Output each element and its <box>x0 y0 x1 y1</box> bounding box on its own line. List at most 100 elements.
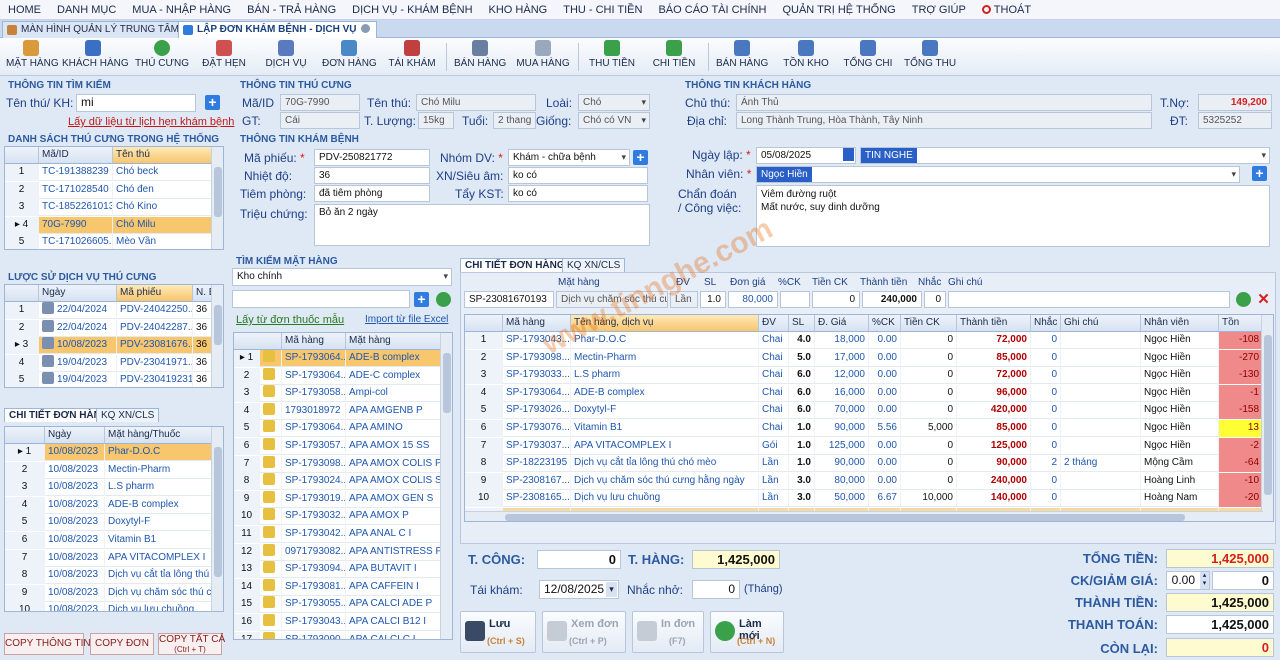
table-row[interactable]: 3 SP-1793033... L.S pharm Chai 6.0 12,000 0.00… <box>465 367 1273 385</box>
menu-report[interactable]: BÁO CÁO TÀI CHÍNH <box>650 0 774 20</box>
entry-note-field[interactable] <box>948 291 1230 308</box>
table-row[interactable]: 4 10/08/2023 ADE-B complex <box>5 496 223 514</box>
menu-exit[interactable]: THOÁT <box>974 0 1039 20</box>
table-row[interactable]: 6 10/08/2023 Vitamin B1 <box>5 532 223 549</box>
labor-field[interactable]: 0 <box>537 550 621 569</box>
warehouse-select[interactable]: Kho chính <box>232 268 452 286</box>
table-row[interactable]: 2 SP-1793064... ADE-C complex <box>234 367 452 385</box>
entry-code-field[interactable]: SP-23081670193 <box>464 291 554 308</box>
search-input[interactable]: mi <box>76 94 196 112</box>
toolbar-income-report-button[interactable]: TỔNG THU <box>904 40 956 74</box>
scrollbar[interactable] <box>211 427 223 611</box>
menu-sales[interactable]: BÁN - TRẢ HÀNG <box>239 0 344 20</box>
table-row[interactable]: 910/08/2023Dịch vụ chăm sóc thú cưng... <box>5 584 223 602</box>
menu-catalog[interactable]: DANH MỤC <box>49 0 124 20</box>
column-header[interactable]: Tồn <box>1219 315 1263 332</box>
table-row[interactable]: ▸ 1 10/08/2023 Phar-D.O.C <box>5 444 223 461</box>
menu-warehouse[interactable]: KHO HÀNG <box>481 0 556 20</box>
column-header[interactable]: Mã phiếu <box>117 285 193 302</box>
table-row[interactable]: 9 SP-2308167... Dịch vụ chăm sóc thú cưng … <box>465 472 1273 490</box>
toolbar-spend-button[interactable]: CHI TIỀN <box>648 40 700 74</box>
toolbar-products-button[interactable]: MẶT HÀNG <box>6 40 59 74</box>
import-excel-link[interactable]: Import từ file Excel <box>365 314 448 325</box>
toolbar-service-button[interactable]: DỊCH VỤ <box>262 40 310 74</box>
pet-id-field[interactable]: 70G-7990 <box>280 94 360 111</box>
menu-cash[interactable]: THU - CHI TIỀN <box>555 0 650 20</box>
close-icon[interactable] <box>361 24 371 33</box>
template-prescription-link[interactable]: Lấy từ đơn thuốc mẫu <box>236 314 344 326</box>
column-header[interactable]: Thành tiền <box>957 315 1031 332</box>
table-row[interactable]: 4 19/04/2023 PDV-23041971... 36 <box>5 354 223 372</box>
table-row[interactable]: 3 10/08/2023 L.S pharm <box>5 479 223 497</box>
table-row[interactable]: 519/04/2023PDV-230419231...36 <box>5 372 223 387</box>
pet-gender-field[interactable]: Cái <box>280 112 360 129</box>
refresh-icon[interactable] <box>1236 292 1251 307</box>
pet-name-field[interactable]: Chó Milu <box>416 94 536 111</box>
save-button[interactable]: Lưu (Ctrl + S) <box>460 611 536 653</box>
table-row[interactable]: 4 1793018972 APA AMGENB P <box>234 402 452 420</box>
table-row[interactable]: ▸ 4 70G-7990 Chó Milu <box>5 216 223 234</box>
column-header[interactable]: SL <box>789 315 815 332</box>
toolbar-sell-button[interactable]: BÁN HÀNG <box>454 40 506 74</box>
table-row[interactable]: 5 TC-171026605... Mèo Vần <box>5 234 223 249</box>
lab-test-field[interactable]: ko có <box>508 167 648 184</box>
table-row[interactable]: 2 TC-171028540 Chó đen <box>5 181 223 199</box>
column-header[interactable]: %CK <box>869 315 901 332</box>
table-row[interactable]: 15 SP-1793055... APA CALCI ADE P <box>234 596 452 614</box>
entry-total-field[interactable]: 240,000 <box>862 291 922 308</box>
add-service-group-button[interactable]: + <box>633 150 648 165</box>
table-row[interactable]: 10 SP-1793032... APA AMOX P <box>234 508 452 526</box>
scrollbar[interactable] <box>211 147 223 249</box>
table-row[interactable]: 10 SP-2308165... Dịch vụ lưu chuồng Lần 3.0 5… <box>465 490 1273 508</box>
created-date-field[interactable]: 05/08/2025 <box>756 147 856 164</box>
table-row[interactable]: 3 SP-1793058... Ampi-col <box>234 385 452 403</box>
table-row[interactable]: 8 SP-1793024... APA AMOX COLIS S <box>234 473 452 491</box>
table-row[interactable]: 810/08/2023Dịch vụ cắt tỉa lông thú chó.… <box>5 567 223 585</box>
table-row[interactable]: 1 22/04/2024 PDV-24042250... 36 <box>5 302 223 319</box>
diagnosis-field[interactable]: Viêm đường ruột Mất nước, suy dinh dưỡng <box>756 185 1270 247</box>
copy-all-button[interactable]: COPY TẤT CẢ (Ctrl + T) <box>158 633 225 655</box>
debt-field[interactable]: 149,200 <box>1198 94 1272 111</box>
table-row[interactable]: ▸ 3 10/08/2023 PDV-23081676... 36 <box>5 337 223 355</box>
toolbar-buy-button[interactable]: MUA HÀNG <box>516 40 570 74</box>
column-header[interactable]: Mặt hàng/Thuốc <box>105 427 213 444</box>
table-row[interactable]: 8 SP-18223195 Dịch vụ cắt tỉa lông thú chó… <box>465 455 1273 473</box>
pet-breed-select[interactable]: Chó có VN <box>578 112 650 129</box>
table-row[interactable]: ▸ 1 SP-1793064... ADE-B complex <box>234 350 452 367</box>
view-order-button[interactable]: Xem đơn (Ctrl + P) <box>542 611 626 653</box>
scrollbar[interactable] <box>440 333 452 639</box>
table-row[interactable]: 14 SP-1793081... APA CAFFEIN I <box>234 578 452 596</box>
tab-dashboard[interactable]: MÀN HÌNH QUẢN LÝ TRUNG TÂM <box>2 21 200 38</box>
menu-home[interactable]: HOME <box>0 0 49 20</box>
column-header[interactable]: N. B <box>193 285 215 302</box>
table-row[interactable]: 10 10/08/2023 Dịch vụ lưu chuồng <box>5 602 223 611</box>
pet-age-field[interactable]: 2 thang <box>493 112 536 129</box>
table-row[interactable]: 17 SP-1793090... APA CALCI C I <box>234 631 452 639</box>
entry-discount-field[interactable] <box>780 291 810 308</box>
table-row[interactable]: 9 SP-1793019... APA AMOX GEN S <box>234 490 452 508</box>
column-header[interactable]: Mã hàng <box>282 333 346 350</box>
toolbar-stock-report-button[interactable]: TỒN KHO <box>780 40 832 74</box>
column-header[interactable]: Tiền CK <box>901 315 957 332</box>
calendar-dropdown-icon[interactable] <box>843 148 854 161</box>
remind-field[interactable]: 0 <box>692 580 740 599</box>
table-row[interactable]: 7 SP-1793098... APA AMOX COLIS P <box>234 455 452 473</box>
tab-order-detail[interactable]: CHI TIẾT ĐƠN HÀNG <box>460 258 570 272</box>
address-field[interactable]: Long Thành Trung, Hòa Thành, Tây Ninh <box>736 112 1152 129</box>
table-row[interactable]: 1 TC-191388239 Chó beck <box>5 164 223 181</box>
column-header[interactable]: Nhân viên <box>1141 315 1219 332</box>
table-row[interactable]: 7 SP-1793037... APA VITACOMPLEX I Gói 1.0 125… <box>465 437 1273 455</box>
toolbar-sales-report-button[interactable]: BÁN HÀNG <box>716 40 768 74</box>
entry-remind-field[interactable]: 0 <box>924 291 946 308</box>
toolbar-orders-button[interactable]: ĐƠN HÀNG <box>322 40 377 74</box>
column-header[interactable]: Nhắc <box>1031 315 1061 332</box>
table-row[interactable]: 4 SP-1793064... ADE-B complex Chai 6.0 16,000… <box>465 384 1273 402</box>
toolbar-customers-button[interactable]: KHÁCH HÀNG <box>62 40 129 74</box>
exam-code-field[interactable]: PDV-250821772 <box>314 149 430 166</box>
horizontal-scrollbar[interactable] <box>465 511 1263 521</box>
column-header[interactable]: Tên thú <box>113 147 213 164</box>
pet-species-select[interactable]: Chó <box>578 94 650 111</box>
table-row[interactable]: 2 22/04/2024 PDV-24042287... 36 <box>5 319 223 337</box>
column-header[interactable]: Mã/ID <box>39 147 113 164</box>
chevron-down-icon[interactable]: ▾ <box>606 582 617 597</box>
